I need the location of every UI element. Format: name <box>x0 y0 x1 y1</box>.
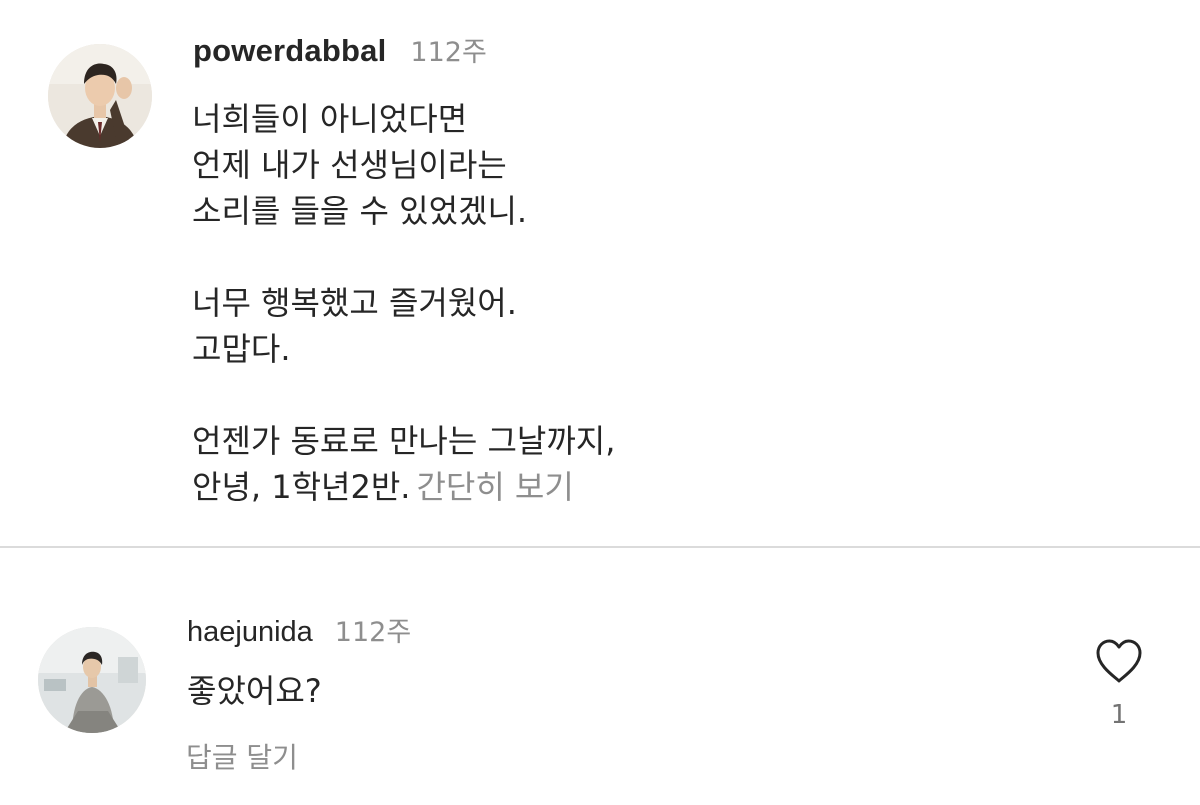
caption-line-text: 안녕, 1학년2반. <box>192 468 411 506</box>
caption-line: 소리를 들을 수 있었겠니. <box>192 192 528 230</box>
caption-line: 너희들이 아니었다면 <box>192 100 468 138</box>
post-caption-header: powerdabbal 112주 <box>193 30 487 76</box>
post-author-username[interactable]: powerdabbal <box>193 33 386 69</box>
post-caption: powerdabbal 112주 너희들이 아니었다면 언제 내가 선생님이라는… <box>0 0 1200 546</box>
caption-last-line: 안녕, 1학년2반. 간단히 보기 <box>192 464 1092 510</box>
avatar-photo-icon <box>48 44 152 148</box>
reply-button[interactable]: 답글 달기 <box>186 738 298 778</box>
see-less-link[interactable]: 간단히 보기 <box>416 468 573 506</box>
post-author-avatar[interactable] <box>48 44 152 148</box>
avatar-photo-icon <box>38 627 146 733</box>
caption-line: 너무 행복했고 즐거웠어. <box>192 284 517 322</box>
caption-text: 너희들이 아니었다면 언제 내가 선생님이라는 소리를 들을 수 있었겠니. 너… <box>192 96 1092 510</box>
post-timestamp: 112주 <box>410 37 487 68</box>
commenter-avatar[interactable] <box>38 627 146 733</box>
like-count: 1 <box>1110 700 1128 730</box>
heart-outline-icon[interactable] <box>1094 637 1144 685</box>
reply-timestamp: 112주 <box>334 617 412 648</box>
reply-text: 좋았어요? <box>187 672 322 710</box>
section-divider <box>0 546 1200 548</box>
caption-line: 고맙다. <box>192 330 291 368</box>
caption-line: 언젠가 동료로 만나는 그날까지, <box>192 422 616 460</box>
reply-header: haejunida 112주 <box>187 610 411 650</box>
caption-line: 언제 내가 선생님이라는 <box>192 146 507 184</box>
commenter-username[interactable]: haejunida <box>187 616 313 649</box>
